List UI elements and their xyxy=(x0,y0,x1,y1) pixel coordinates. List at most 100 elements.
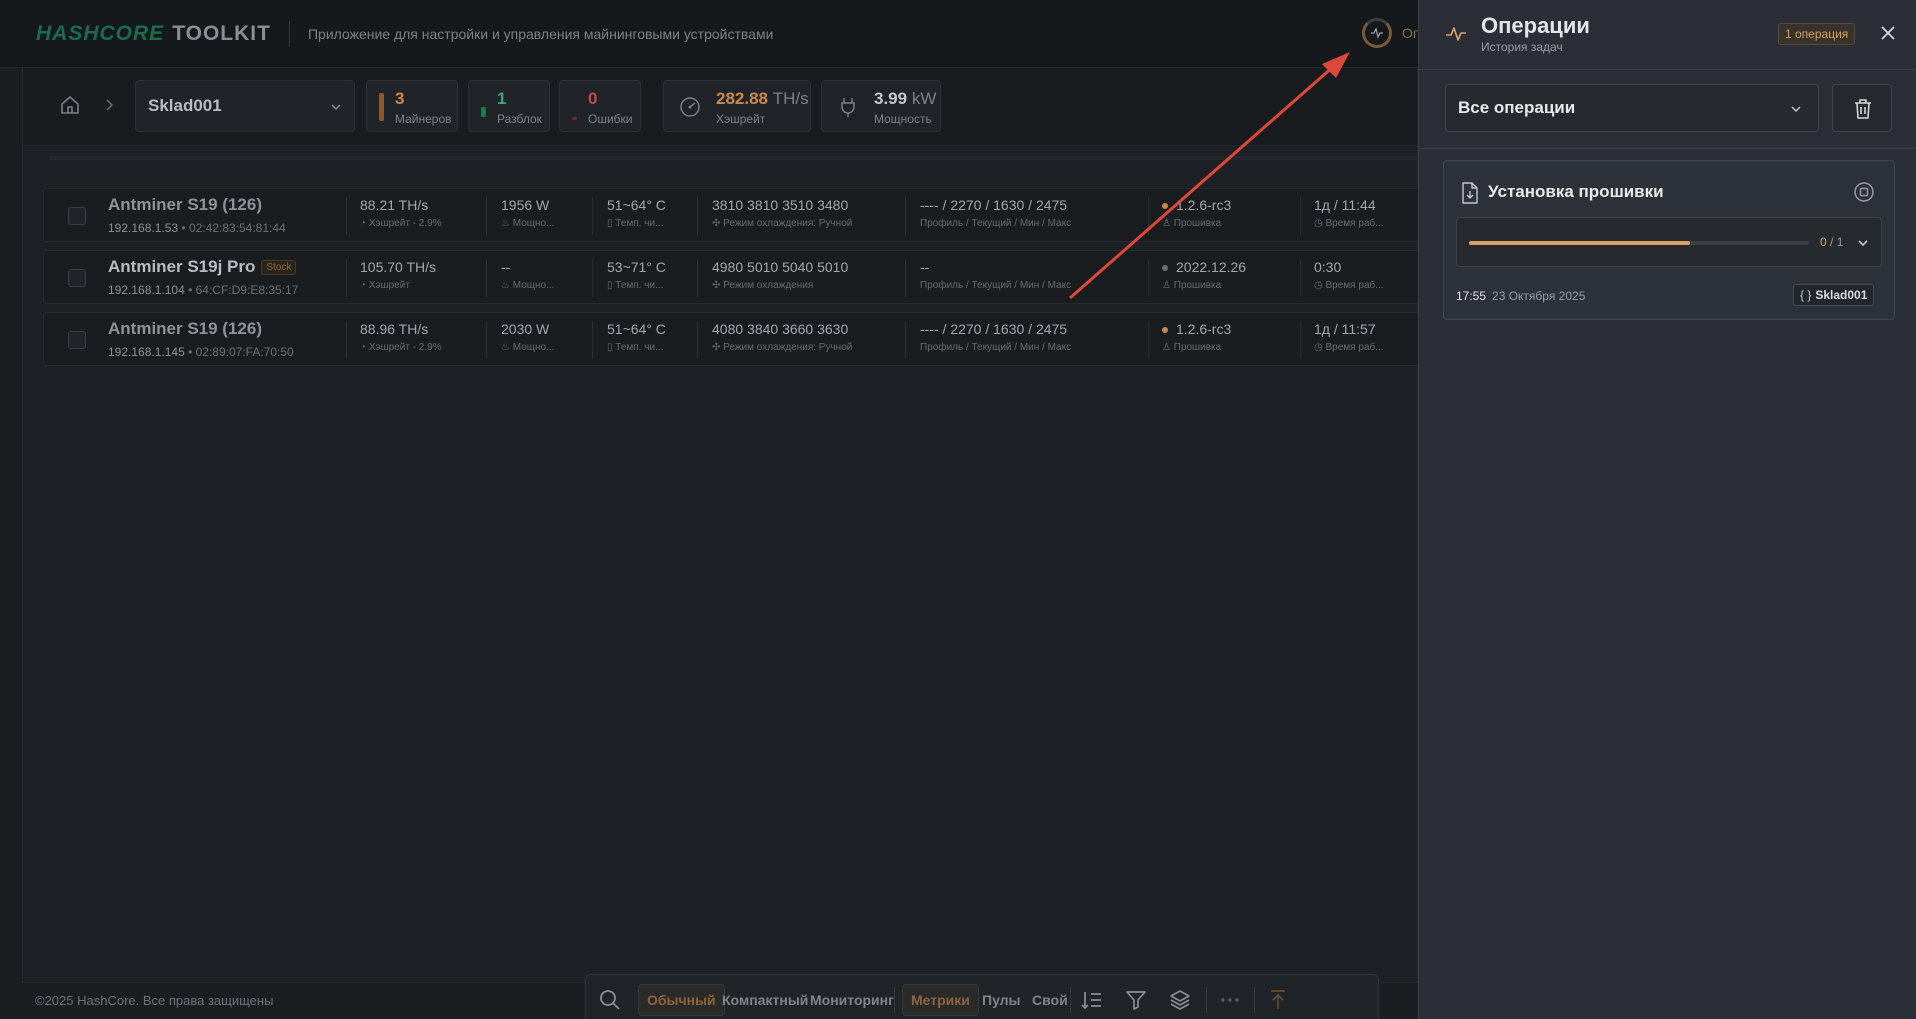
column-divider xyxy=(697,197,698,235)
column-divider xyxy=(1148,259,1149,297)
toolbar-divider xyxy=(1254,987,1255,1013)
column-divider xyxy=(1300,197,1301,235)
more-icon[interactable] xyxy=(1218,988,1242,1012)
firmware-icon: ♙ xyxy=(1162,342,1174,353)
view-monitoring-button[interactable]: Мониторинг xyxy=(802,984,902,1016)
stat-miners[interactable]: 3 Майнеров xyxy=(366,80,458,132)
cell-temp: 51~64° C ▯ Темп. чи... xyxy=(607,321,666,353)
cell-temp: 53~71° C ▯ Темп. чи... xyxy=(607,259,666,291)
operations-title: Операции xyxy=(1481,13,1590,38)
chevron-down-icon xyxy=(1791,106,1801,113)
stat-errors-label: Ошибки xyxy=(588,112,633,126)
cell-firmware: 1.2.6-rc3 ♙ Прошивка xyxy=(1162,197,1232,229)
miner-name[interactable]: Antminer S19j Pro Stock xyxy=(108,257,297,277)
sort-list-icon[interactable] xyxy=(1080,988,1104,1012)
miner-name[interactable]: Antminer S19 (126) xyxy=(108,195,262,215)
column-divider xyxy=(1300,259,1301,297)
column-divider xyxy=(486,259,487,297)
operations-spinner-button[interactable] xyxy=(1362,18,1392,48)
operations-filter-value: Все операции xyxy=(1458,98,1576,117)
stat-errors-value: 0 xyxy=(588,89,598,108)
column-divider xyxy=(346,321,347,359)
home-icon[interactable] xyxy=(59,94,81,116)
stat-miners-value: 3 xyxy=(395,89,405,108)
tab-custom[interactable]: Свой xyxy=(1024,984,1076,1016)
operation-progress-count: 0 / 1 xyxy=(1820,235,1844,249)
table-row[interactable]: Antminer S19j Pro Stock 192.168.1.104 • 64… xyxy=(43,250,1419,304)
row-checkbox[interactable] xyxy=(68,207,86,225)
power-icon: ♨ xyxy=(501,280,513,291)
location-select-value: Sklad001 xyxy=(148,96,222,115)
filter-icon[interactable] xyxy=(1124,988,1148,1012)
stop-icon[interactable] xyxy=(1853,181,1875,203)
operation-timestamp: 17:55 23 Октября 2025 xyxy=(1456,289,1586,303)
column-divider xyxy=(905,321,906,359)
pulse-icon xyxy=(1371,27,1383,39)
chevron-down-icon[interactable] xyxy=(1857,237,1869,249)
column-divider xyxy=(697,259,698,297)
column-divider xyxy=(346,259,347,297)
scroll-top-icon[interactable] xyxy=(1266,988,1290,1012)
cell-power: -- ♨ Мощно... xyxy=(501,259,555,291)
main-content: Sklad001 3 Майнеров 1 Разблок 0 Ошибки 2… xyxy=(22,68,1419,1019)
chevron-down-icon xyxy=(331,104,341,111)
stat-errors[interactable]: 0 Ошибки xyxy=(559,80,641,132)
clear-operations-button[interactable] xyxy=(1832,84,1892,132)
operations-panel: Операции История задач 1 операция Все оп… xyxy=(1418,0,1916,1019)
cell-hashrate: 88.96 TH/s ◔ Хэшрейт - 2.9% xyxy=(360,321,442,353)
firmware-status-dot xyxy=(1162,265,1168,272)
table-row[interactable]: Antminer S19 (126) 192.168.1.145 • 02:89:… xyxy=(43,312,1419,366)
column-divider xyxy=(486,197,487,235)
stat-errors-bar xyxy=(572,117,577,120)
firmware-icon: ♙ xyxy=(1162,218,1174,229)
panel-divider xyxy=(1419,148,1916,149)
trash-icon xyxy=(1855,99,1871,119)
cell-power: 1956 W ♨ Мощно... xyxy=(501,197,555,229)
column-divider xyxy=(905,259,906,297)
miner-address: 192.168.1.145 • 02:89:07:FA:70:50 xyxy=(108,345,294,359)
miner-name[interactable]: Antminer S19 (126) xyxy=(108,319,262,339)
operations-filter-select[interactable]: Все операции xyxy=(1445,84,1819,132)
fans-icon: ✣ xyxy=(712,218,724,229)
speedometer-icon xyxy=(680,97,700,117)
column-divider xyxy=(592,321,593,359)
stat-hashrate: 282.88 TH/s Хэшрейт xyxy=(663,80,811,132)
header-divider xyxy=(288,20,290,47)
stat-unlocked[interactable]: 1 Разблок xyxy=(468,80,550,132)
tab-pools[interactable]: Пулы xyxy=(974,984,1029,1016)
tab-metrics[interactable]: Метрики xyxy=(902,984,979,1016)
column-divider xyxy=(905,197,906,235)
row-checkbox[interactable] xyxy=(68,269,86,287)
layers-icon[interactable] xyxy=(1168,988,1192,1012)
fans-icon: ✣ xyxy=(712,280,724,291)
cell-power: 2030 W ♨ Мощно... xyxy=(501,321,555,353)
cell-firmware: 1.2.6-rc3 ♙ Прошивка xyxy=(1162,321,1232,353)
stat-power-label: Мощность xyxy=(874,112,932,126)
app-window: HASHCORE TOOLKIT Приложение для настройки… xyxy=(0,0,1916,1019)
firmware-status-dot xyxy=(1162,203,1168,210)
cell-uptime: 0:30 ◷ Время раб... xyxy=(1314,259,1384,291)
stat-unlocked-bar xyxy=(481,107,486,117)
close-icon[interactable] xyxy=(1879,24,1897,42)
toolbar-divider xyxy=(1070,987,1071,1013)
cell-temp: 51~64° C ▯ Темп. чи... xyxy=(607,197,666,229)
app-header: HASHCORE TOOLKIT Приложение для настройки… xyxy=(0,0,1420,68)
firmware-status-dot xyxy=(1162,327,1168,334)
operations-count-badge: 1 операция xyxy=(1778,23,1856,45)
search-icon[interactable] xyxy=(598,988,622,1012)
column-divider xyxy=(486,321,487,359)
operations-panel-header: Операции История задач 1 операция xyxy=(1419,0,1916,70)
cell-uptime: 1д / 11:44 ◷ Время раб... xyxy=(1314,197,1384,229)
toolbar-divider xyxy=(894,987,895,1013)
operation-target-tag: { } Sklad001 xyxy=(1793,284,1875,306)
table-row[interactable]: Antminer S19 (126) 192.168.1.53 • 02:42:8… xyxy=(43,188,1419,242)
operations-subtitle: История задач xyxy=(1481,40,1563,54)
row-checkbox[interactable] xyxy=(68,331,86,349)
column-divider xyxy=(346,197,347,235)
toolbar-top: Sklad001 3 Майнеров 1 Разблок 0 Ошибки 2… xyxy=(23,68,1417,146)
operation-card: Установка прошивки 0 / 1 17:55 23 Октября… xyxy=(1443,160,1895,320)
view-normal-button[interactable]: Обычный xyxy=(638,984,725,1016)
operation-progress-row[interactable]: 0 / 1 xyxy=(1456,217,1882,267)
location-select[interactable]: Sklad001 xyxy=(135,80,355,132)
cell-hashrate: 88.21 TH/s ◔ Хэшрейт - 2.9% xyxy=(360,197,442,229)
